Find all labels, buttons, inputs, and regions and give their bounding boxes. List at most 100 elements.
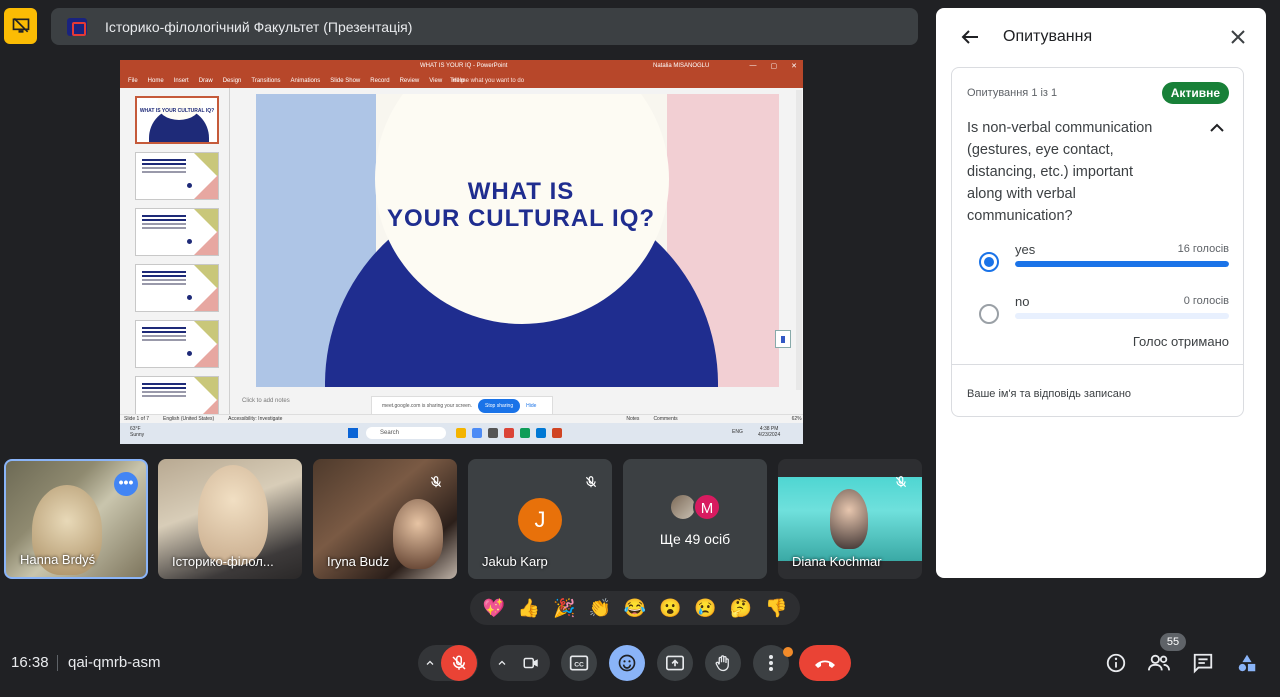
status-item: Accessibility: Investigate [228,416,283,422]
meeting-clock: 16:38 [11,654,49,671]
taskbar-date: 4/23/2024 [758,432,781,438]
shared-screen: WHAT IS YOUR IQ - PowerPoint Natalia MIS… [120,60,803,444]
panel-title: Опитування [1003,28,1093,45]
avatar-stack: M [669,493,729,521]
poll-option-radio[interactable] [979,252,999,272]
participant-tile[interactable]: Iryna Budz [313,459,457,579]
leave-call-button[interactable] [799,645,851,681]
slide-thumbnail: 4 [135,264,219,312]
app-icon [504,428,514,438]
ppt-menu-item: Review [399,78,420,84]
ppt-menu-item: Record [370,78,390,84]
participant-tile[interactable]: J Jakub Karp [468,459,612,579]
powerpoint-titlebar: WHAT IS YOUR IQ - PowerPoint Natalia MIS… [120,60,803,88]
status-item: Comments [653,416,678,422]
reaction-party[interactable]: 🎉 [553,598,575,619]
reaction-clap[interactable]: 👏 [588,598,610,619]
app-icon [536,428,546,438]
poll-option-votes: 16 голосів [1177,243,1229,255]
camera-options-chevron-icon[interactable] [491,657,513,669]
participant-video [393,499,443,569]
poll-option-label: yes [1015,242,1036,257]
faculty-logo-icon [67,17,87,36]
poll-option[interactable]: yes 16 голосів [967,242,1229,282]
poll-status-badge: Активне [1161,82,1229,104]
avatar: M [693,493,721,521]
notification-dot [783,647,793,657]
poll-option-radio[interactable] [979,304,999,324]
poll-option-bar-fill [1015,261,1229,267]
captions-button[interactable]: CC [561,645,597,681]
activities-icon[interactable] [1235,651,1259,675]
slide-heading-line: WHAT IS [467,178,575,205]
mic-options-chevron-icon[interactable] [419,657,441,669]
participant-name: Iryna Budz [327,554,390,569]
taskbar-clock: 4:38 PM 4/23/2024 [758,426,780,438]
close-icon[interactable] [1226,25,1250,49]
ppt-user-name: Natalia MISANOGLU [653,63,710,69]
participant-avatar: J [518,498,562,542]
divider [952,364,1243,365]
svg-text:CC: CC [574,661,584,668]
poll-option-label: no [1015,294,1030,309]
windows-taskbar: 63°F Sunny Search 4:38 PM 4/23/2024 ENG [120,423,803,444]
reaction-thumbs-down[interactable]: 👎 [765,598,787,619]
more-participants-label: Ще 49 осіб [659,531,731,547]
raise-hand-button[interactable] [705,645,741,681]
notes-placeholder: Click to add notes [242,398,290,404]
camera-toggle-button[interactable] [513,645,549,681]
participant-tile[interactable]: Diana Kochmar [778,459,922,579]
status-item: Slide 1 of 7 [124,416,150,422]
presentation-indicator-icon[interactable] [4,8,37,44]
response-recorded-text: Ваше ім'я та відповідь записано [967,388,1132,400]
poll-question: Is non-verbal communication (gestures, e… [967,120,1153,224]
participant-video [198,465,268,565]
reaction-thinking[interactable]: 🤔 [730,598,752,619]
presentation-title: Історико-філологічний Факультет (Презент… [105,18,413,35]
poll-option[interactable]: no 0 голосів [967,294,1229,334]
reaction-thumbs-up[interactable]: 👍 [518,598,540,619]
presentation-title-bar[interactable]: Історико-філологічний Факультет (Презент… [51,8,918,45]
vote-received-text: Голос отримано [1132,334,1229,349]
slide-thumbnails: 1 WHAT IS YOUR CULTURAL IQ? 2 3 4 5 6 [120,88,230,424]
ppt-status-bar: Slide 1 of 7 English (United States) Acc… [120,414,803,423]
reaction-sad[interactable]: 😢 [694,598,716,619]
participant-count-badge: 55 [1160,633,1186,651]
participant-tile[interactable]: ••• Hanna Brdyś [4,459,148,579]
camera-control-group [490,645,550,681]
app-icon [520,428,530,438]
mic-control-group [418,645,478,681]
present-screen-button[interactable] [657,645,693,681]
collapse-chevron-up-icon[interactable] [1205,116,1229,140]
hide-link: Hide [526,403,537,409]
more-options-icon[interactable]: ••• [114,472,138,496]
emoji-reactions-button[interactable] [609,645,645,681]
ppt-scrollbar [796,90,802,390]
ppt-window-controls: — ▢ ✕ [749,62,798,70]
ppt-document-title: WHAT IS YOUR IQ - PowerPoint [420,63,508,69]
ppt-menu-item: File [128,78,138,84]
participant-name: Hanna Brdyś [20,552,96,567]
meeting-details-info-icon[interactable] [1104,651,1128,675]
poll-card: Опитування 1 із 1 Активне Is non-verbal … [951,67,1244,417]
muted-mic-icon [425,471,447,493]
ppt-menu-item: Home [147,78,164,84]
back-arrow-icon[interactable] [958,25,982,49]
poll-option-votes: 0 голосів [1183,295,1229,307]
people-icon[interactable] [1147,651,1171,675]
windows-start-icon [348,428,358,438]
reaction-laugh[interactable]: 😂 [624,598,646,619]
chat-icon[interactable] [1191,651,1215,675]
poll-option-bar [1015,313,1229,319]
participant-tile[interactable]: Історико-філол... [158,459,302,579]
participant-name: Diana Kochmar [792,554,882,569]
reactions-bar: 💖 👍 🎉 👏 😂 😮 😢 🤔 👎 [470,591,800,625]
app-icon [552,428,562,438]
ppt-tell-me: Tell me what you want to do [450,78,525,84]
ppt-menu-item: Design [222,78,242,84]
microphone-toggle-button[interactable] [441,645,477,681]
slide-heading: WHAT IS YOUR CULTURAL IQ? [356,178,686,232]
reaction-surprised[interactable]: 😮 [659,598,681,619]
more-participants-tile[interactable]: M Ще 49 осіб [623,459,767,579]
reaction-heart[interactable]: 💖 [482,598,504,619]
